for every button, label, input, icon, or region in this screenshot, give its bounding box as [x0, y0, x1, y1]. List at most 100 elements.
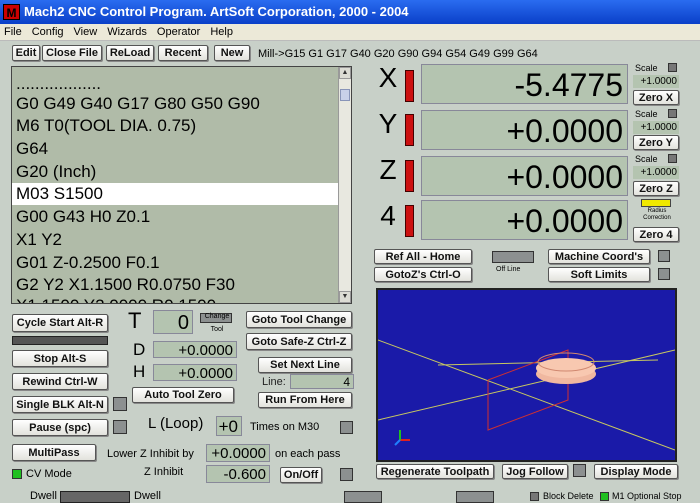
tool-height-field[interactable]: +0.0000: [153, 364, 237, 381]
axis-letter-z: Z: [379, 154, 397, 185]
line-label: Line:: [262, 376, 286, 388]
offline-led[interactable]: [492, 251, 534, 263]
loop-count-field[interactable]: +0: [216, 416, 242, 436]
z-inhibit-label: Z Inhibit: [144, 466, 184, 478]
scale-value-y[interactable]: +1.0000: [633, 121, 679, 134]
zero-x-button[interactable]: Zero X: [633, 90, 679, 105]
regenerate-toolpath-button[interactable]: Regenerate Toolpath: [376, 464, 494, 479]
jog-follow-led: [573, 464, 586, 477]
close-file-button[interactable]: Close File: [42, 45, 102, 61]
toolpath-grid-line: [378, 339, 675, 451]
z-inhibit-onoff-button[interactable]: On/Off: [280, 467, 322, 483]
menu-help[interactable]: Help: [210, 24, 233, 40]
m1-optional-stop-label: M1 Optional Stop: [612, 491, 682, 501]
gcode-line: M6 T0(TOOL DIA. 0.75): [16, 116, 197, 135]
gcode-line: G64: [16, 139, 49, 158]
set-next-line-button[interactable]: Set Next Line: [258, 357, 352, 373]
dro-x[interactable]: -5.4775: [421, 64, 628, 104]
multipass-button[interactable]: MultiPass: [12, 444, 96, 461]
cv-mode-led: [12, 469, 22, 479]
gcode-line: ..................: [16, 74, 102, 93]
ref-all-home-button[interactable]: Ref All - Home: [374, 249, 472, 264]
single-block-button[interactable]: Single BLK Alt-N: [12, 396, 108, 413]
z-inhibit-field[interactable]: -0.600: [206, 465, 270, 483]
menu-view[interactable]: View: [74, 24, 98, 40]
gcode-line: X1 Y2: [16, 230, 63, 249]
gcode-line: G01 Z-0.2500 F0.1: [16, 253, 160, 272]
block-delete-led: [530, 492, 539, 501]
tool-label: T: [128, 308, 142, 333]
cycle-progress-bar: [12, 336, 108, 345]
jog-follow-button[interactable]: Jog Follow: [502, 464, 568, 479]
scroll-thumb[interactable]: [340, 89, 350, 101]
axis-z-led: [405, 160, 414, 192]
times-on-m30-label: Times on M30: [250, 421, 320, 433]
recent-button[interactable]: Recent: [158, 45, 208, 61]
tool-number-field[interactable]: 0: [153, 310, 193, 334]
gcode-line-current: M03 S1500: [12, 183, 340, 205]
gotoz-button[interactable]: GotoZ's Ctrl-O: [374, 267, 472, 282]
reload-button[interactable]: ReLoad: [106, 45, 154, 61]
axis-letter-x: X: [378, 62, 398, 93]
menu-bar: File Config View Wizards Operator Help: [0, 24, 700, 41]
gcode-display[interactable]: .................. G0 G49 G40 G17 G80 G5…: [11, 66, 352, 304]
dro-y[interactable]: +0.0000: [421, 110, 628, 150]
pause-led: [113, 420, 127, 434]
dro-4[interactable]: +0.0000: [421, 200, 628, 240]
dwell-bar: [60, 491, 130, 503]
scale-value-z[interactable]: +1.0000: [633, 166, 679, 179]
goto-safe-z-button[interactable]: Goto Safe-Z Ctrl-Z: [246, 333, 352, 350]
gcode-line: G2 Y2 X1.1500 R0.0750 F30: [16, 275, 235, 294]
scale-value-x[interactable]: +1.0000: [633, 75, 679, 88]
soft-limits-button[interactable]: Soft Limits: [548, 267, 650, 282]
height-label: H: [133, 362, 146, 381]
line-number-field[interactable]: 4: [290, 374, 354, 389]
rewind-button[interactable]: Rewind Ctrl-W: [12, 373, 108, 390]
display-mode-button[interactable]: Display Mode: [594, 464, 678, 479]
stop-button[interactable]: Stop Alt-S: [12, 350, 108, 367]
menu-config[interactable]: Config: [32, 24, 64, 40]
menu-operator[interactable]: Operator: [157, 24, 200, 40]
gcode-line: G20 (Inch): [16, 162, 97, 181]
scale-led-x: [668, 63, 677, 72]
title-bar: Mach2 CNC Control Program. ArtSoft Corpo…: [0, 0, 700, 24]
zero-4-button[interactable]: Zero 4: [633, 227, 679, 242]
gcode-line: G0 G49 G40 G17 G80 G50 G90: [16, 94, 260, 113]
footer-led-1: [344, 491, 382, 503]
goto-tool-change-button[interactable]: Goto Tool Change: [246, 311, 352, 328]
dwell-label: Dwell: [30, 490, 57, 502]
edit-button[interactable]: Edit: [12, 45, 40, 61]
dro-z[interactable]: +0.0000: [421, 156, 628, 196]
axis-y-led: [405, 114, 414, 146]
single-block-led: [113, 397, 127, 411]
scale-led-y: [668, 109, 677, 118]
menu-file[interactable]: File: [4, 24, 22, 40]
soft-limits-led: [658, 268, 670, 280]
gcode-line: X1.1500 Y2.0000 R0.1500: [16, 295, 340, 303]
diameter-label: D: [133, 340, 146, 359]
cycle-start-button[interactable]: Cycle Start Alt-R: [12, 314, 108, 332]
tool-diameter-field[interactable]: +0.0000: [153, 341, 237, 358]
scroll-down-icon[interactable]: ▼: [339, 291, 351, 303]
lower-z-inhibit-field[interactable]: +0.0000: [206, 444, 270, 462]
run-from-here-button[interactable]: Run From Here: [258, 392, 352, 408]
change-tool-label: Change Tool: [204, 313, 230, 333]
axis-letter-y: Y: [378, 108, 398, 139]
radius-correction-label: Radius Correction: [643, 208, 671, 221]
toolpath-drawing: [378, 339, 675, 451]
auto-tool-zero-button[interactable]: Auto Tool Zero: [132, 387, 234, 403]
gcode-scrollbar[interactable]: ▲ ▼: [338, 67, 351, 303]
on-each-pass-label: on each pass: [275, 448, 341, 460]
zero-z-button[interactable]: Zero Z: [633, 181, 679, 196]
axis-letter-4: 4: [380, 200, 396, 231]
new-button[interactable]: New: [214, 45, 250, 61]
scroll-up-icon[interactable]: ▲: [339, 67, 351, 79]
zero-y-button[interactable]: Zero Y: [633, 135, 679, 150]
machine-coords-button[interactable]: Machine Coord's: [548, 249, 650, 264]
active-gcode-modes: Mill->G15 G1 G17 G40 G20 G90 G94 G54 G49…: [258, 48, 538, 60]
toolpath-display[interactable]: [376, 288, 677, 462]
footer-bar: Dwell Dwell Block Delete M1 Optional Sto…: [0, 486, 700, 503]
gcode-line: G00 G43 H0 Z0.1: [16, 207, 151, 226]
menu-wizards[interactable]: Wizards: [107, 24, 147, 40]
pause-button[interactable]: Pause (spc): [12, 419, 108, 436]
